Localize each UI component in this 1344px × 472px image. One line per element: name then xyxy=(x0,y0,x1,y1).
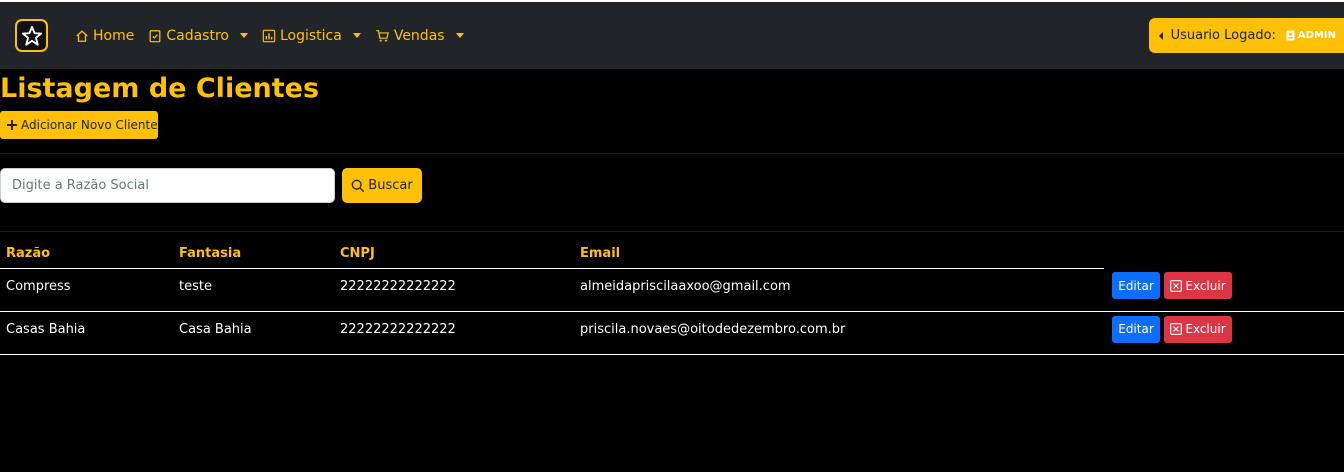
row-actions: Editar Excluir xyxy=(1110,312,1344,343)
nav-cadastro[interactable]: Cadastro xyxy=(148,28,248,44)
clipboard-check-icon xyxy=(149,29,161,42)
badge-icon xyxy=(1286,30,1295,41)
cell-cnpj: 22222222222222 xyxy=(334,268,574,312)
header-razao: Razão xyxy=(0,232,173,269)
cell-razao: Compress xyxy=(0,268,173,312)
plus-icon xyxy=(7,120,17,130)
chevron-down-icon xyxy=(455,33,464,38)
add-client-button[interactable]: Adicionar Novo Cliente xyxy=(0,111,158,139)
nav-vendas-label: Vendas xyxy=(393,27,445,44)
delete-button[interactable]: Excluir xyxy=(1164,315,1232,343)
cell-fantasia: Casa Bahia xyxy=(173,311,334,355)
user-label: Usuario Logado: xyxy=(1170,28,1276,43)
cell-actions: Editar Excluir xyxy=(1104,268,1344,312)
edit-button[interactable]: Editar xyxy=(1112,315,1160,343)
row-actions: Editar Excluir xyxy=(1110,268,1344,299)
cell-email: almeidapriscilaaxoo@gmail.com xyxy=(574,268,1104,312)
table-row: Compress teste 22222222222222 almeidapri… xyxy=(0,268,1344,312)
search-button[interactable]: Buscar xyxy=(342,168,422,203)
nav-logistica[interactable]: Logistica xyxy=(262,28,361,44)
clients-table: Razão Fantasia CNPJ Email Compress teste… xyxy=(0,232,1344,355)
delete-label: Excluir xyxy=(1185,322,1226,336)
cell-cnpj: 22222222222222 xyxy=(334,311,574,355)
search-input[interactable] xyxy=(0,168,335,203)
user-name-text: ADMIN xyxy=(1297,30,1336,41)
search-button-label: Buscar xyxy=(368,178,413,193)
delete-button[interactable]: Excluir xyxy=(1164,272,1232,299)
brand-logo[interactable] xyxy=(15,19,48,52)
navbar: Home Cadastro Logistica Vendas Usuario L… xyxy=(0,2,1344,69)
header-cnpj: CNPJ xyxy=(334,232,574,269)
cell-actions: Editar Excluir xyxy=(1104,311,1344,355)
nav-logistica-label: Logistica xyxy=(279,27,342,44)
table-header: Razão Fantasia CNPJ Email xyxy=(0,232,1344,269)
x-square-icon xyxy=(1170,279,1183,292)
x-square-icon xyxy=(1170,323,1183,335)
chevron-left-icon xyxy=(1158,31,1163,40)
header-fantasia: Fantasia xyxy=(173,232,334,269)
edit-button[interactable]: Editar xyxy=(1112,272,1160,299)
search-icon xyxy=(351,179,365,192)
cart-icon xyxy=(376,29,389,42)
nav-menu: Home Cadastro Logistica Vendas xyxy=(75,28,478,44)
cell-email: priscila.novaes@oitodedezembro.com.br xyxy=(574,311,1104,355)
cell-fantasia: teste xyxy=(173,268,334,312)
house-icon xyxy=(76,29,88,42)
chevron-down-icon xyxy=(239,33,248,38)
add-client-label: Adicionar Novo Cliente xyxy=(21,118,158,132)
nav-vendas[interactable]: Vendas xyxy=(375,28,464,44)
user-dropdown[interactable]: Usuario Logado: ADMIN xyxy=(1148,18,1344,53)
bar-chart-icon xyxy=(262,29,276,42)
nav-cadastro-label: Cadastro xyxy=(166,27,229,44)
user-name: ADMIN xyxy=(1286,30,1336,41)
main-content: Listagem de Clientes Adicionar Novo Clie… xyxy=(0,71,1344,355)
chevron-down-icon xyxy=(352,33,361,38)
cell-razao: Casas Bahia xyxy=(0,311,173,355)
delete-label: Excluir xyxy=(1185,278,1226,293)
search-bar: Buscar xyxy=(0,168,1344,203)
header-actions xyxy=(1104,232,1344,268)
nav-home-label: Home xyxy=(93,27,135,44)
divider xyxy=(0,153,1344,154)
table-row: Casas Bahia Casa Bahia 22222222222222 pr… xyxy=(0,311,1344,355)
star-icon xyxy=(21,25,42,46)
nav-home[interactable]: Home xyxy=(75,28,134,44)
header-email: Email xyxy=(574,232,1104,269)
page-title: Listagem de Clientes xyxy=(0,73,320,104)
